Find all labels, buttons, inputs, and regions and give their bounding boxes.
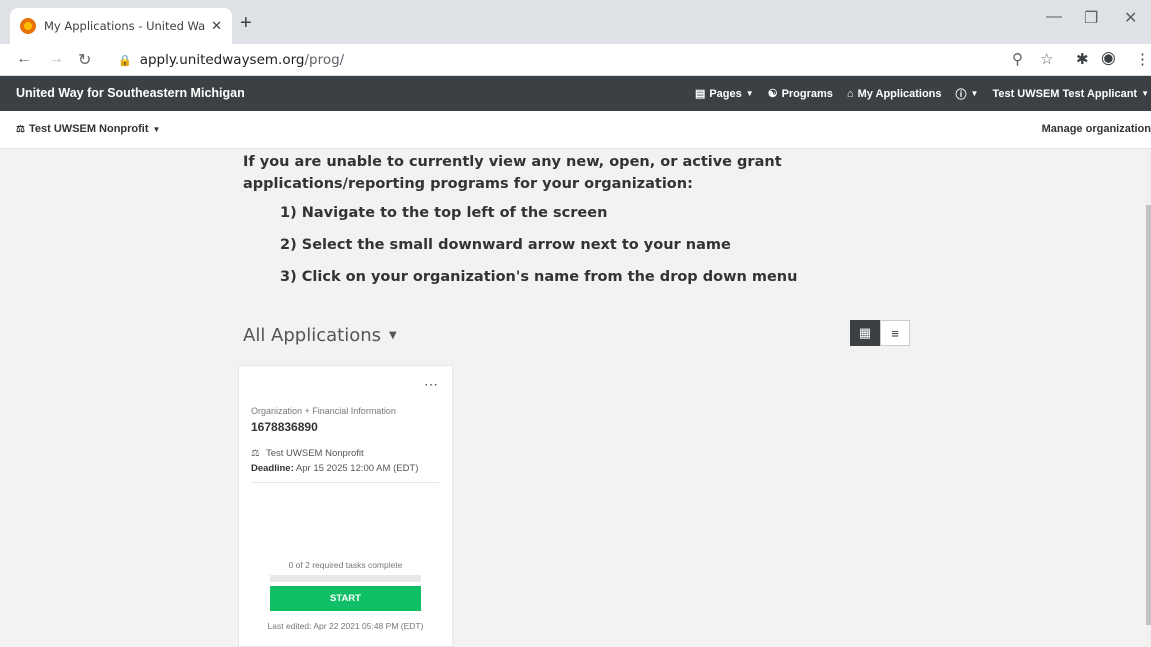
organization-bar: ⚖ Test UWSEM Nonprofit ▼ Manage organiza…: [0, 111, 1151, 149]
url-field[interactable]: 🔒 apply.unitedwaysem.org/prog/: [108, 48, 988, 72]
profile-icon[interactable]: ◉: [1101, 48, 1116, 68]
application-org: ⚖ Test UWSEM Nonprofit: [251, 448, 364, 459]
navbar-menu: ▤ Pages ▼ ☯ Programs ⌂ My Applications ⓘ…: [695, 76, 1151, 111]
favicon-icon: [20, 18, 36, 34]
applications-filter-dropdown[interactable]: All Applications ▼: [243, 325, 397, 346]
instruction-step: 3) Click on your organization's name fro…: [280, 269, 798, 285]
scrollbar[interactable]: [1146, 149, 1151, 647]
application-deadline: Deadline: Apr 15 2025 12:00 AM (EDT): [251, 463, 418, 474]
chevron-down-icon: ▼: [1141, 89, 1149, 98]
instruction-step: 1) Navigate to the top left of the scree…: [280, 205, 608, 221]
organization-dropdown[interactable]: ⚖ Test UWSEM Nonprofit ▼: [16, 123, 160, 135]
close-window-icon[interactable]: ✕: [1124, 8, 1137, 28]
nav-pages[interactable]: ▤ Pages ▼: [694, 87, 754, 101]
scrollbar-thumb[interactable]: [1146, 205, 1151, 625]
applications-title: All Applications: [243, 325, 381, 346]
pages-icon: ▤: [694, 88, 706, 100]
forward-icon[interactable]: →: [48, 50, 64, 68]
org-icon: ⚖: [16, 123, 25, 135]
list-view-icon[interactable]: ≡: [880, 320, 910, 346]
tab-close-icon[interactable]: ✕: [211, 18, 222, 34]
menu-icon[interactable]: ⋮: [1135, 50, 1150, 68]
more-icon[interactable]: ⋯: [424, 376, 438, 393]
application-id[interactable]: 1678836890: [251, 420, 318, 434]
start-button[interactable]: START: [270, 586, 421, 611]
back-icon[interactable]: ←: [16, 50, 32, 68]
last-edited: Last edited: Apr 22 2021 05:48 PM (EDT): [267, 621, 424, 631]
browser-tabstrip: My Applications - United Way fo ✕ + — ❐ …: [0, 0, 1151, 44]
browser-tab[interactable]: My Applications - United Way fo ✕: [10, 8, 232, 44]
minimize-icon[interactable]: —: [1046, 8, 1062, 26]
nav-info[interactable]: ⓘ ▼: [956, 86, 979, 102]
maximize-icon[interactable]: ❐: [1084, 8, 1098, 28]
nav-my-applications[interactable]: ⌂ My Applications: [847, 88, 942, 100]
application-category: Organization + Financial Information: [251, 406, 396, 416]
org-name: Test UWSEM Nonprofit: [28, 123, 149, 135]
instructions-text: If you are unable to currently view any …: [243, 154, 782, 192]
tasks-status: 0 of 2 required tasks complete: [288, 560, 403, 570]
tasks-progress-bar: [270, 575, 421, 582]
card-divider: [251, 482, 439, 483]
main-content: If you are unable to currently view any …: [0, 149, 1146, 647]
deadline-value: Apr 15 2025 12:00 AM (EDT): [295, 463, 419, 474]
org-icon: ⚖: [251, 448, 260, 459]
tab-title: My Applications - United Way fo: [44, 19, 206, 33]
nav-user-label: Test UWSEM Test Applicant: [992, 87, 1138, 100]
address-bar: ← → ↻ 🔒 apply.unitedwaysem.org/prog/ ⚲ ☆…: [0, 44, 1151, 76]
nav-programs[interactable]: ☯ Programs: [767, 87, 833, 101]
url-host: apply.unitedwaysem.org: [139, 52, 305, 68]
view-toggle: ▦ ≡: [850, 320, 910, 346]
instruction-step: 2) Select the small downward arrow next …: [280, 237, 731, 253]
chevron-down-icon: ▼: [389, 330, 397, 341]
chevron-down-icon: ▼: [152, 124, 161, 134]
extensions-icon[interactable]: ✱: [1076, 50, 1089, 68]
nav-my-applications-label: My Applications: [857, 87, 942, 100]
info-icon: ⓘ: [955, 88, 967, 101]
url-path: /prog/: [304, 52, 345, 68]
brand-link[interactable]: United Way for Southeastern Michigan: [16, 86, 245, 100]
deadline-label: Deadline:: [251, 463, 294, 474]
home-icon: ⌂: [846, 87, 854, 100]
application-card: ⋯ Organization + Financial Information 1…: [238, 365, 453, 647]
grid-view-icon[interactable]: ▦: [850, 320, 880, 346]
app-navbar: United Way for Southeastern Michigan ▤ P…: [0, 76, 1151, 111]
chevron-down-icon: ▼: [970, 89, 979, 98]
nav-programs-label: Programs: [781, 87, 833, 100]
lock-icon: 🔒: [118, 53, 132, 67]
nav-pages-label: Pages: [709, 87, 742, 100]
manage-organization-link[interactable]: Manage organization: [1042, 123, 1151, 135]
star-icon[interactable]: ☆: [1040, 50, 1053, 68]
nav-user[interactable]: Test UWSEM Test Applicant ▼: [992, 88, 1149, 100]
new-tab-button[interactable]: +: [240, 12, 252, 35]
zoom-icon[interactable]: ⚲: [1012, 50, 1023, 68]
reload-icon[interactable]: ↻: [78, 50, 91, 70]
programs-icon: ☯: [767, 88, 778, 100]
application-org-name: Test UWSEM Nonprofit: [266, 448, 364, 459]
chevron-down-icon: ▼: [745, 89, 754, 98]
